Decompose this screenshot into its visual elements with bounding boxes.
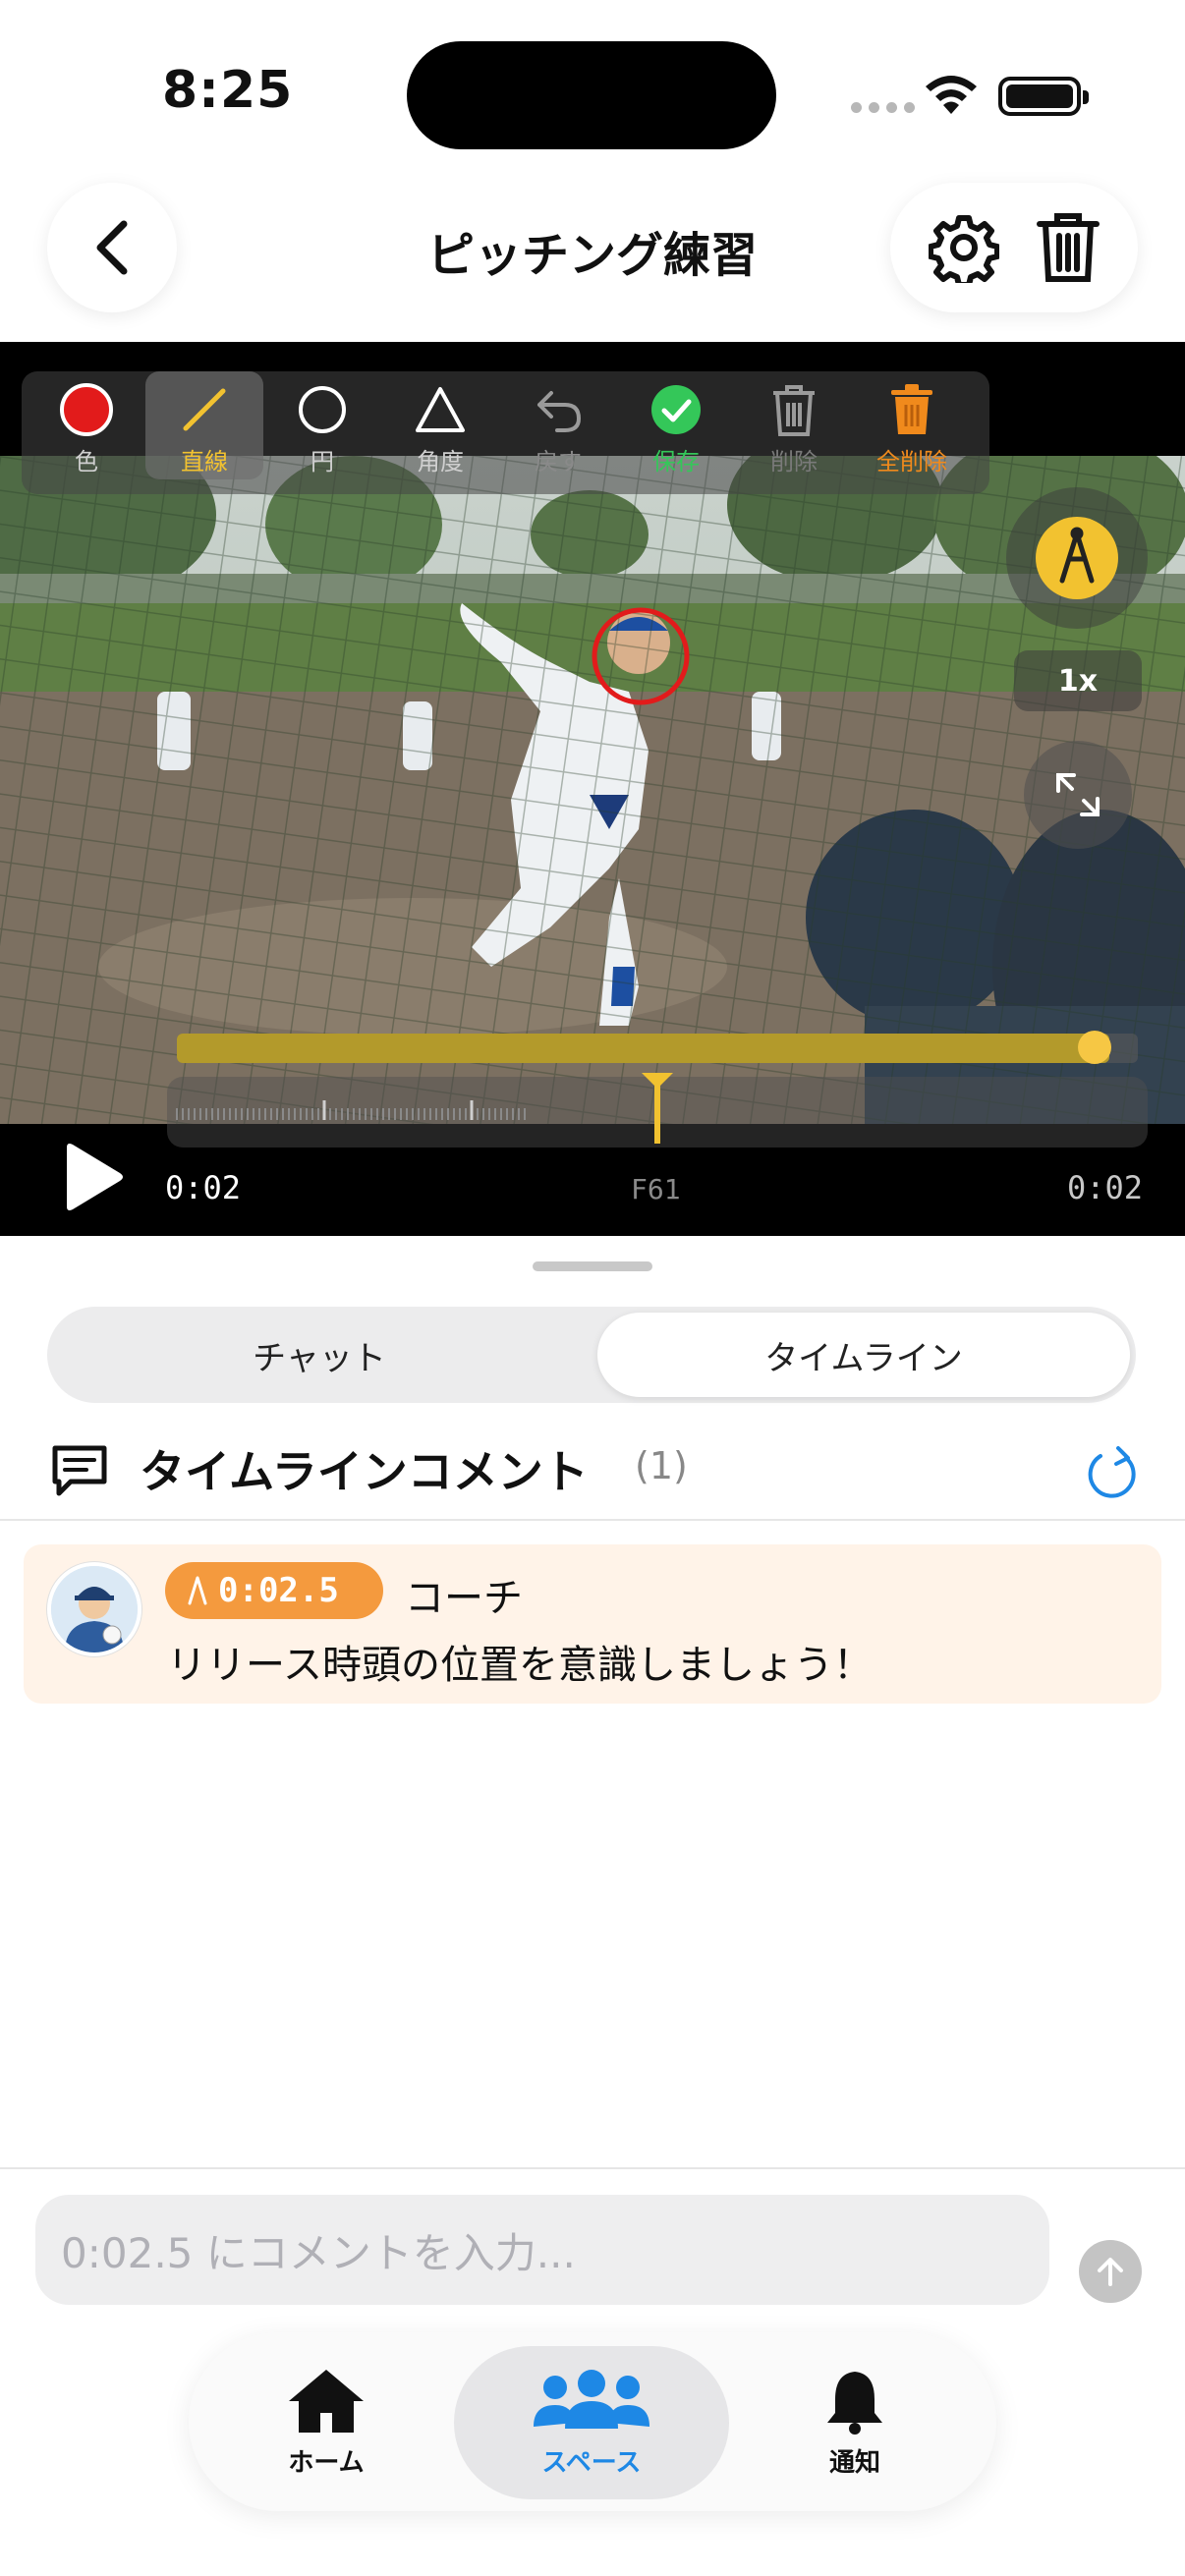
tool-color[interactable]: 色 xyxy=(28,371,145,479)
checkmark-circle-icon xyxy=(651,385,701,434)
tool-label: 直線 xyxy=(181,448,228,476)
tool-line[interactable]: 直線 xyxy=(145,371,263,479)
timestamp-badge[interactable]: 0:02.5 xyxy=(165,1562,383,1619)
send-button[interactable] xyxy=(1079,2240,1142,2303)
compass-icon xyxy=(188,1576,207,1605)
comment-card[interactable]: 0:02.5 コーチ リリース時頭の位置を意識しましょう！ xyxy=(24,1544,1161,1704)
house-icon xyxy=(289,2370,364,2433)
tab-home[interactable]: ホーム xyxy=(189,2346,464,2499)
tool-save[interactable]: 保存 xyxy=(617,371,735,479)
comment-author: コーチ xyxy=(405,1576,523,1621)
color-swatch-icon xyxy=(60,383,113,436)
wifi-icon xyxy=(926,76,977,114)
comment-count: (1) xyxy=(635,1444,688,1487)
tab-label: ホーム xyxy=(288,2448,365,2478)
status-bar: 8:25 xyxy=(0,0,1185,177)
playhead[interactable] xyxy=(638,1071,677,1146)
trash-fill-icon xyxy=(891,384,932,434)
divider xyxy=(0,2167,1185,2169)
tab-timeline[interactable]: タイムライン xyxy=(597,1313,1130,1397)
tool-delete-all[interactable]: 全削除 xyxy=(853,371,971,479)
timeline-comments-header: タイムラインコメント (1) xyxy=(49,1430,1140,1509)
bell-icon xyxy=(827,2372,882,2435)
section-title: タイムラインコメント xyxy=(140,1445,589,1498)
tool-label: 色 xyxy=(75,448,98,476)
current-time: 0:02 xyxy=(165,1169,242,1206)
circle-icon xyxy=(299,386,346,433)
segmented-control: チャット タイムライン xyxy=(47,1307,1136,1403)
fullscreen-button[interactable] xyxy=(1024,741,1132,849)
header-actions xyxy=(890,183,1138,312)
tool-label: 角度 xyxy=(417,448,464,476)
tool-label: 保存 xyxy=(652,448,700,476)
tab-space[interactable]: スペース xyxy=(454,2346,729,2499)
timeline-progress-fill xyxy=(177,1034,1109,1063)
line-icon xyxy=(183,388,226,431)
dynamic-island xyxy=(407,41,776,149)
avatar xyxy=(47,1562,141,1656)
coach-avatar-icon xyxy=(51,1566,138,1652)
end-time: 0:02 xyxy=(1067,1169,1144,1206)
tool-label: 戻す xyxy=(535,448,582,476)
video-player[interactable]: 色 直線 円 角度 戻す 保存 削除 全削除 1x 0:02 F61 0:02 xyxy=(0,342,1185,1236)
undo-icon xyxy=(537,391,581,432)
frame-number: F61 xyxy=(631,1173,681,1205)
tab-bar: ホーム スペース 通知 xyxy=(189,2332,996,2511)
refresh-icon[interactable] xyxy=(1085,1444,1140,1503)
tab-label: 通知 xyxy=(828,2448,880,2478)
playback-speed-button[interactable]: 1x xyxy=(1014,650,1142,711)
tool-label: 全削除 xyxy=(876,448,947,476)
tool-circle[interactable]: 円 xyxy=(263,371,381,479)
tab-notify[interactable]: 通知 xyxy=(717,2346,992,2499)
player-controls: 0:02 F61 0:02 xyxy=(0,1022,1185,1236)
comment-input[interactable]: 0:02.5 にコメントを入力... xyxy=(35,2195,1049,2305)
timeline-progress-bar[interactable] xyxy=(177,1031,1138,1064)
tool-angle[interactable]: 角度 xyxy=(381,371,499,479)
tab-label: スペース xyxy=(541,2448,642,2478)
battery-icon xyxy=(998,77,1089,116)
signal-icon xyxy=(851,102,915,113)
expand-icon xyxy=(1056,773,1100,816)
divider xyxy=(0,1519,1185,1521)
timestamp-text: 0:02.5 xyxy=(218,1571,339,1610)
tool-undo[interactable]: 戻す xyxy=(499,371,617,479)
trash-icon xyxy=(773,385,815,436)
status-time: 8:25 xyxy=(162,61,294,120)
compass-icon xyxy=(1036,517,1118,599)
play-button[interactable] xyxy=(59,1142,128,1212)
tool-delete[interactable]: 削除 xyxy=(735,371,853,479)
angle-tool-button[interactable] xyxy=(1006,487,1148,629)
people-icon xyxy=(534,2370,649,2429)
timeline-knob[interactable] xyxy=(1077,1031,1111,1064)
arrow-up-icon xyxy=(1098,2258,1123,2286)
drawing-toolbar: 色 直線 円 角度 戻す 保存 削除 全削除 xyxy=(22,371,989,494)
gear-icon[interactable] xyxy=(928,212,999,283)
chat-bubble-icon xyxy=(52,1445,107,1496)
comment-text: リリース時頭の位置を意識しましょう！ xyxy=(167,1643,873,1688)
tab-chat[interactable]: チャット xyxy=(53,1313,586,1397)
tool-label: 円 xyxy=(310,448,334,476)
frame-scrubber[interactable] xyxy=(167,1073,1148,1148)
sheet-grabber[interactable] xyxy=(533,1261,652,1271)
tool-label: 削除 xyxy=(770,448,818,476)
triangle-icon xyxy=(416,387,465,432)
trash-icon[interactable] xyxy=(1036,210,1100,285)
